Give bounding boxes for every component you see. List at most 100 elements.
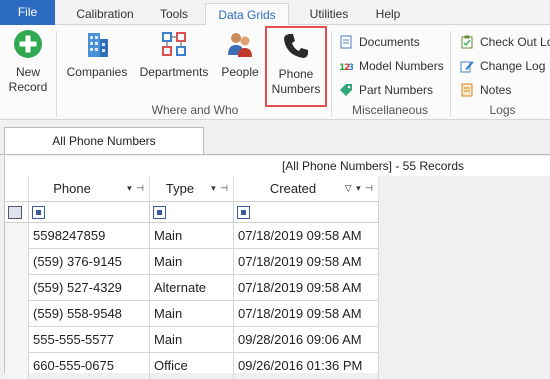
cell-created[interactable]: 09/28/2016 09:06 AM <box>234 327 379 353</box>
row-selector[interactable] <box>5 301 29 327</box>
tab-file[interactable]: File <box>0 0 55 25</box>
column-header-type[interactable]: Type ▾ ⊣ <box>150 176 234 201</box>
row-selector-header <box>5 176 29 201</box>
grid-empty-area <box>379 176 550 373</box>
model-numbers-button[interactable]: 1 2 3 Model Numbers <box>339 56 444 76</box>
cell-created[interactable]: 09/26/2016 01:36 PM <box>234 353 379 379</box>
filter-operator-icon[interactable] <box>153 206 166 219</box>
table-row[interactable]: 5598247859 Main 07/18/2019 09:58 AM <box>5 223 379 249</box>
documents-button[interactable]: Documents <box>339 32 420 52</box>
column-filter-pin-icon[interactable]: ▾ ⊣ <box>127 176 145 201</box>
filter-operator-icon[interactable] <box>32 206 45 219</box>
ribbon-panel: New Record Companies Departments People … <box>0 25 550 120</box>
filter-operator-icon[interactable] <box>237 206 250 219</box>
group-label-where-who: Where and Who <box>151 103 239 117</box>
tab-data-grids[interactable]: Data Grids <box>205 3 289 26</box>
model-numbers-label: Model Numbers <box>359 59 444 73</box>
edit-icon <box>460 61 474 73</box>
column-header-phone-label: Phone <box>53 181 91 196</box>
cell-phone[interactable]: (559) 527-4329 <box>29 275 150 301</box>
check-out-log-button[interactable]: Check Out Lo <box>460 32 550 52</box>
part-numbers-label: Part Numbers <box>359 83 434 97</box>
grid-caption: [All Phone Numbers] - 55 Records <box>281 159 465 173</box>
table-row[interactable]: 555-555-5577 Main 09/28/2016 09:06 AM <box>5 327 379 353</box>
people-label: People <box>221 65 259 79</box>
filter-cell-created[interactable] <box>234 202 379 223</box>
departments-button[interactable]: Departments <box>138 29 210 103</box>
phone-numbers-label-1: Phone <box>278 67 314 81</box>
companies-button[interactable]: Companies <box>64 29 130 103</box>
people-button[interactable]: People <box>218 29 262 103</box>
phone-numbers-button[interactable]: Phone Numbers <box>265 26 327 107</box>
plus-circle-icon <box>14 30 42 58</box>
table-row[interactable]: 660-555-0675 Office 09/26/2016 01:36 PM <box>5 353 379 379</box>
table-row[interactable]: (559) 376-9145 Main 07/18/2019 09:58 AM <box>5 249 379 275</box>
cell-phone[interactable]: 555-555-5577 <box>29 327 150 353</box>
new-record-label-2: Record <box>8 80 48 94</box>
cell-type[interactable]: Main <box>150 327 234 353</box>
notes-button[interactable]: Notes <box>460 80 511 100</box>
tag-icon <box>340 84 352 96</box>
cell-created[interactable]: 07/18/2019 09:58 AM <box>234 301 379 327</box>
filter-clear-icon <box>8 206 22 219</box>
phone-icon <box>284 34 308 58</box>
tab-calibration[interactable]: Calibration <box>68 3 142 25</box>
cell-created[interactable]: 07/18/2019 09:58 AM <box>234 275 379 301</box>
group-label-logs: Logs <box>489 103 516 117</box>
cell-phone[interactable]: (559) 376-9145 <box>29 249 150 275</box>
org-chart-icon <box>162 32 186 56</box>
ribbon-tab-bar: File Calibration Tools Data Grids Utilit… <box>0 0 550 26</box>
cell-created[interactable]: 07/18/2019 09:58 AM <box>234 249 379 275</box>
column-header-created-label: Created <box>269 181 317 196</box>
departments-label: Departments <box>139 65 209 79</box>
table-row[interactable]: (559) 527-4329 Alternate 07/18/2019 09:5… <box>5 275 379 301</box>
ribbon-separator <box>56 31 57 117</box>
cell-created[interactable]: 07/18/2019 09:58 AM <box>234 223 379 249</box>
column-filter-pin-icon[interactable]: ▾ ⊣ <box>211 176 229 201</box>
column-sort-filter-pin-icon[interactable]: ▽ ▾ ⊣ <box>345 176 374 201</box>
document-icon <box>340 35 352 49</box>
part-numbers-button[interactable]: Part Numbers <box>339 80 433 100</box>
companies-label: Companies <box>66 65 128 79</box>
note-icon <box>461 83 473 97</box>
table-row[interactable]: (559) 558-9548 Main 07/18/2019 09:58 AM <box>5 301 379 327</box>
row-selector[interactable] <box>5 275 29 301</box>
phone-numbers-grid: [All Phone Numbers] - 55 Records Phone ▾… <box>4 156 550 379</box>
cell-type[interactable]: Main <box>150 249 234 275</box>
new-record-button[interactable]: New Record <box>6 29 50 103</box>
cell-type[interactable]: Office <box>150 353 234 379</box>
tab-tools[interactable]: Tools <box>150 3 198 25</box>
filter-row-selector[interactable] <box>5 202 29 223</box>
document-tab-divider <box>0 154 550 155</box>
change-log-button[interactable]: Change Log <box>460 56 545 76</box>
cell-phone[interactable]: 5598247859 <box>29 223 150 249</box>
check-out-log-label: Check Out Lo <box>480 35 550 49</box>
cell-phone[interactable]: 660-555-0675 <box>29 353 150 379</box>
tab-help[interactable]: Help <box>368 3 408 25</box>
phone-numbers-label-2: Numbers <box>271 82 321 96</box>
cell-type[interactable]: Main <box>150 301 234 327</box>
row-selector[interactable] <box>5 223 29 249</box>
ribbon-separator <box>450 31 451 117</box>
people-icon <box>228 33 252 57</box>
tab-utilities[interactable]: Utilities <box>298 3 360 25</box>
column-header-phone[interactable]: Phone ▾ ⊣ <box>29 176 150 201</box>
svg-text:3: 3 <box>348 63 353 73</box>
document-area: All Phone Numbers [All Phone Numbers] - … <box>0 121 550 379</box>
document-tab-all-phone-numbers[interactable]: All Phone Numbers <box>4 127 204 154</box>
grid-filter-row <box>5 201 379 223</box>
cell-phone[interactable]: (559) 558-9548 <box>29 301 150 327</box>
cell-type[interactable]: Alternate <box>150 275 234 301</box>
numbers-icon: 1 2 3 <box>339 63 353 73</box>
row-selector[interactable] <box>5 353 29 379</box>
filter-cell-type[interactable] <box>150 202 234 223</box>
new-record-label-1: New <box>15 65 40 79</box>
column-header-created[interactable]: Created ▽ ▾ ⊣ <box>234 176 379 201</box>
building-icon <box>88 33 108 57</box>
group-label-misc: Miscellaneous <box>351 103 429 117</box>
filter-cell-phone[interactable] <box>29 202 150 223</box>
row-selector[interactable] <box>5 327 29 353</box>
row-selector[interactable] <box>5 249 29 275</box>
cell-type[interactable]: Main <box>150 223 234 249</box>
column-header-type-label: Type <box>165 181 195 196</box>
